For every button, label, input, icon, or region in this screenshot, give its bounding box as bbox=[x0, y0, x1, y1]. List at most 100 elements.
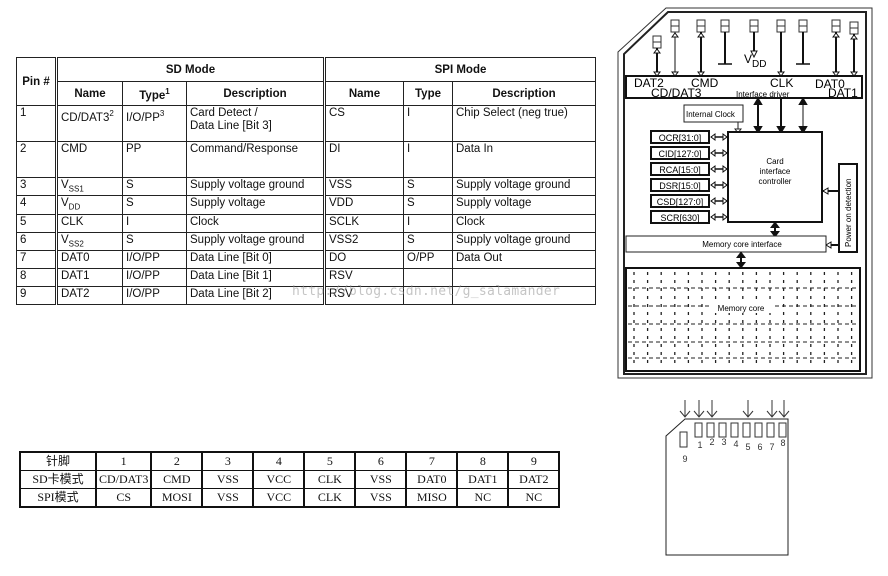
value-cell: 4 bbox=[252, 451, 306, 471]
pin-number-cell: 3 bbox=[16, 176, 58, 197]
sd-description-cell: Clock bbox=[186, 213, 326, 233]
value-cell: VSS bbox=[354, 470, 408, 489]
spi-description-cell: Chip Select (neg true) bbox=[452, 105, 596, 142]
value-cell: DAT0 bbox=[405, 470, 459, 489]
sd-description-cell: Data Line [Bit 1] bbox=[186, 267, 326, 287]
controller-label-line1: Card bbox=[766, 157, 783, 166]
value-cell: VSS bbox=[201, 488, 255, 508]
pin-number-label: 8 bbox=[780, 438, 785, 448]
spi-name-cell: SCLK bbox=[324, 213, 404, 233]
spi-type-cell bbox=[403, 285, 453, 305]
sd-card-block-diagram: DAT2 CMD CLK DAT0 CD/DAT3 DAT1 Interface… bbox=[617, 7, 873, 379]
arrow-up bbox=[671, 32, 679, 38]
sd-description-header: Description bbox=[186, 81, 326, 106]
value-cell: VCC bbox=[252, 470, 306, 489]
value-cell: VSS bbox=[201, 470, 255, 489]
arrow-up bbox=[850, 34, 858, 40]
register-label: OCR[31:0] bbox=[659, 133, 702, 143]
spi-description-cell: Supply voltage ground bbox=[452, 176, 596, 197]
internal-clock-label: Internal Clock bbox=[686, 110, 736, 119]
value-cell: 3 bbox=[201, 451, 255, 471]
pin-label-dat1: DAT1 bbox=[828, 86, 858, 100]
pin-number-label: 9 bbox=[682, 454, 687, 464]
pin-row: 1 CD/DAT32 I/O/PP3 Card Detect / Data Line [… bbox=[16, 105, 596, 142]
spi-name-cell: RSV bbox=[324, 285, 404, 305]
pin-row: 5 CLK I Clock SCLK I Clock bbox=[16, 213, 596, 233]
pin-row: 针脚 1 2 3 4 5 6 7 8 9 bbox=[19, 451, 561, 471]
sd-type-cell: S bbox=[122, 231, 187, 251]
sd-type-cell: S bbox=[122, 195, 187, 215]
spi-type-cell: I bbox=[403, 141, 453, 178]
pin-number-cell: 4 bbox=[16, 195, 58, 215]
spi-description-cell: Supply voltage ground bbox=[452, 231, 596, 251]
pin-number-cell: 7 bbox=[16, 249, 58, 269]
pin-row: 3 VSS1 S Supply voltage ground VSS S Supply vo… bbox=[16, 176, 596, 197]
power-on-detection-label: Power on detection bbox=[844, 179, 853, 248]
spi-name-cell: DI bbox=[324, 141, 404, 178]
spi-description-cell: Clock bbox=[452, 213, 596, 233]
pin-number-label: 4 bbox=[733, 439, 738, 449]
pin-row: 2 CMD PP Command/Response DI I Data In bbox=[16, 141, 596, 178]
pin-row: 6 VSS2 S Supply voltage ground VSS2 S Supply v… bbox=[16, 231, 596, 251]
pin-number-label: 1 bbox=[697, 440, 702, 450]
value-cell: 7 bbox=[405, 451, 459, 471]
row-header-cell: SPI模式 bbox=[19, 488, 97, 508]
memory-core-interface-label: Memory core interface bbox=[702, 240, 782, 249]
pin-row: 7 DAT0 I/O/PP Data Line [Bit 0] DO O/PP Data O… bbox=[16, 249, 596, 269]
value-cell: NC bbox=[507, 488, 561, 508]
connector-pin-pad bbox=[694, 422, 703, 438]
sd-description-cell: Supply voltage ground bbox=[186, 231, 326, 251]
sd-name-cell: DAT0 bbox=[56, 249, 123, 269]
value-cell: VSS bbox=[354, 488, 408, 508]
sd-name-cell: VSS2 bbox=[56, 231, 123, 251]
arrow-up bbox=[653, 48, 661, 54]
spi-type-cell bbox=[403, 267, 453, 287]
spi-name-cell: DO bbox=[324, 249, 404, 269]
sd-description-cell: Command/Response bbox=[186, 141, 326, 178]
sd-name-header: Name bbox=[56, 81, 123, 106]
value-cell: MISO bbox=[405, 488, 459, 508]
sd-mode-row: SD卡模式 CD/DAT3 CMD VSS VCC CLK VSS DAT0 DAT1 DAT2 bbox=[19, 470, 561, 489]
spi-type-cell: I bbox=[403, 213, 453, 233]
value-cell: DAT2 bbox=[507, 470, 561, 489]
spi-description-cell bbox=[452, 267, 596, 287]
value-cell: DAT1 bbox=[456, 470, 510, 489]
spi-description-cell: Data Out bbox=[452, 249, 596, 269]
sd-type-cell: I bbox=[122, 213, 187, 233]
sd-description-cell: Data Line [Bit 0] bbox=[186, 249, 326, 269]
connector-pins: 1 2 3 4 5 6 7 8 9 bbox=[679, 400, 790, 464]
pin-number-label: 2 bbox=[709, 437, 714, 447]
sd-type-header: Type1 bbox=[122, 81, 187, 106]
register-label: CID[127:0] bbox=[658, 149, 701, 159]
pin-number-cell: 8 bbox=[16, 267, 58, 287]
register-label: SCR[630] bbox=[660, 213, 699, 223]
sd-type-cell: I/O/PP bbox=[122, 285, 187, 305]
register-label: DSR[15:0] bbox=[659, 181, 701, 191]
sd-type-cell: I/O/PP bbox=[122, 267, 187, 287]
registers: OCR[31:0] CID[127:0] RCA[15:0] DSR[15:0] CSD… bbox=[650, 130, 728, 224]
row-header-cell: SD卡模式 bbox=[19, 470, 97, 489]
value-cell: VCC bbox=[252, 488, 306, 508]
sd-description-cell: Data Line [Bit 2] bbox=[186, 285, 326, 305]
value-cell: MOSI bbox=[150, 488, 204, 508]
spi-description-cell: Supply voltage bbox=[452, 195, 596, 215]
pin-mode-summary-table: 针脚 1 2 3 4 5 6 7 8 9 SD卡模式 CD/DAT3 CMD VSS VCC CLK VSS DA… bbox=[19, 451, 561, 508]
spi-type-cell: S bbox=[403, 195, 453, 215]
sd-type-cell: I/O/PP3 bbox=[122, 105, 187, 142]
connector-pin-pad bbox=[766, 422, 775, 438]
pin-number-cell: 9 bbox=[16, 285, 58, 305]
spi-name-cell: RSV bbox=[324, 267, 404, 287]
pin-number-label: 6 bbox=[757, 442, 762, 452]
interface-driver-label: Interface driver bbox=[736, 90, 790, 99]
spi-name-cell: VDD bbox=[324, 195, 404, 215]
sd-type-cell: S bbox=[122, 176, 187, 197]
controller-label-line2: interface bbox=[760, 167, 791, 176]
value-cell: 8 bbox=[456, 451, 510, 471]
pin-row: 8 DAT1 I/O/PP Data Line [Bit 1] RSV bbox=[16, 267, 596, 287]
register-label: RCA[15:0] bbox=[659, 165, 701, 175]
spi-mode-row: SPI模式 CS MOSI VSS VCC CLK VSS MISO NC NC bbox=[19, 488, 561, 508]
spi-type-cell: O/PP bbox=[403, 249, 453, 269]
sd-name-cell: VSS1 bbox=[56, 176, 123, 197]
pin-number-cell: 2 bbox=[16, 141, 58, 178]
value-cell: CS bbox=[94, 488, 153, 508]
